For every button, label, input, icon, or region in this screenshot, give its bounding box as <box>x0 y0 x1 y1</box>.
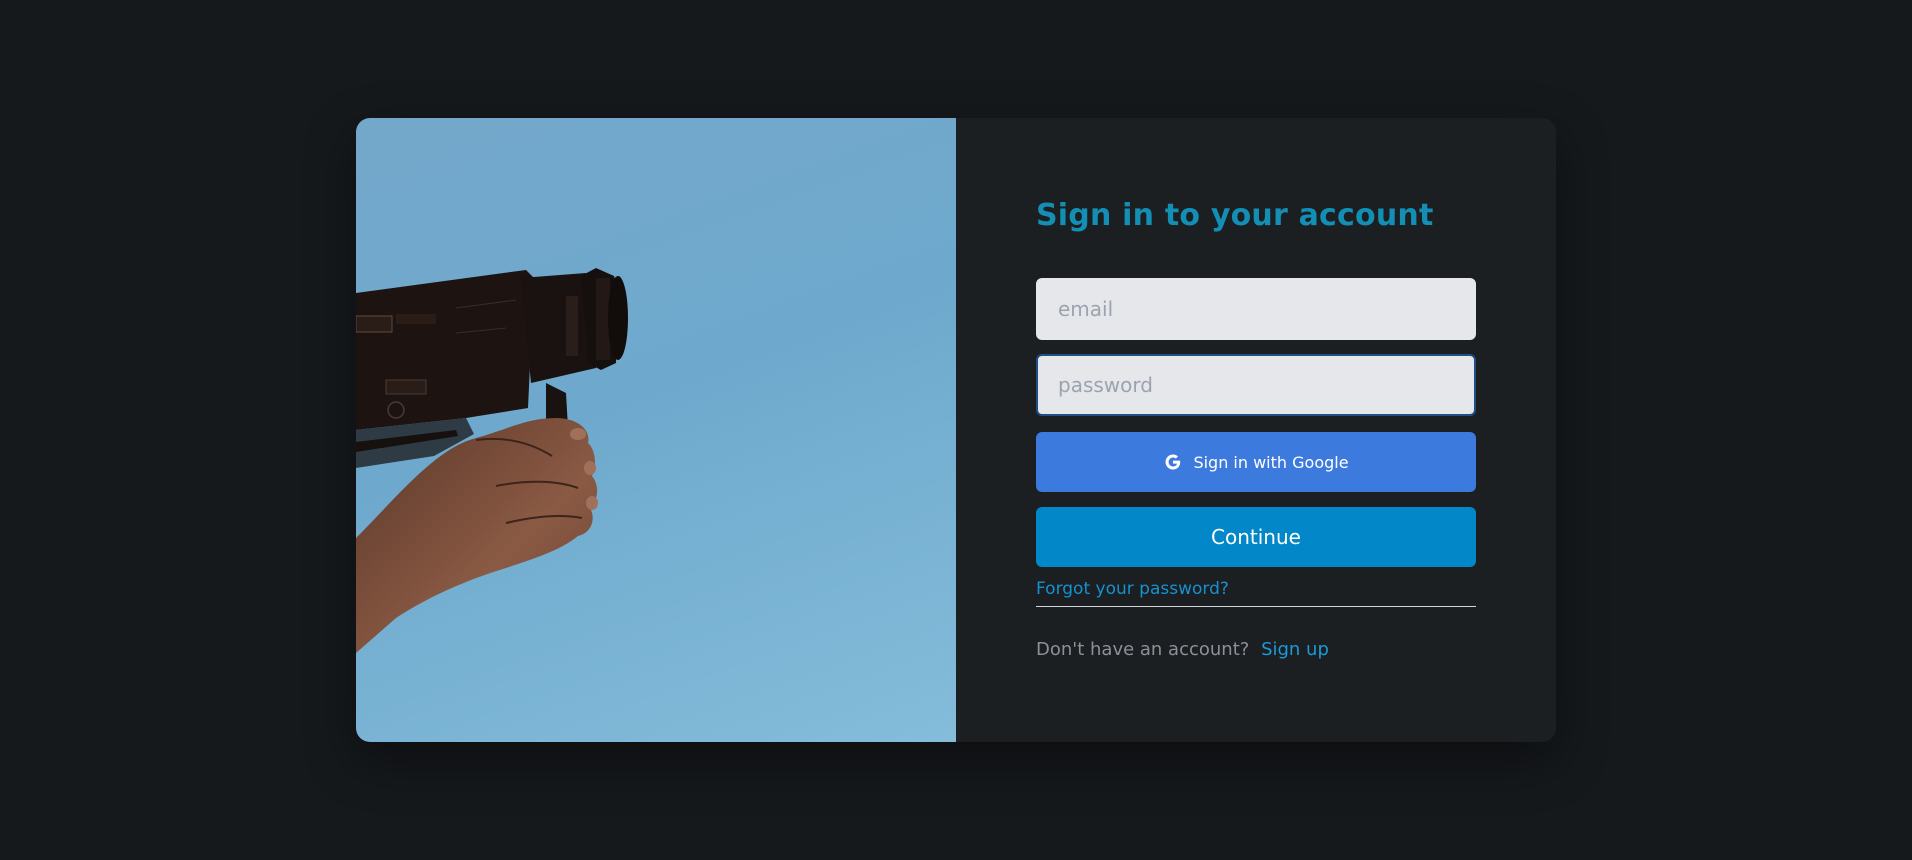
forgot-password-link[interactable]: Forgot your password? <box>1036 579 1476 607</box>
sign-up-link[interactable]: Sign up <box>1261 639 1329 660</box>
google-sign-in-button[interactable]: Sign in with Google <box>1036 432 1476 492</box>
email-input[interactable] <box>1036 278 1476 340</box>
sign-in-panel: Sign in to your account Sign in with Goo… <box>956 118 1556 742</box>
camera-hand-illustration <box>356 268 628 653</box>
login-card: Sign in to your account Sign in with Goo… <box>356 118 1556 742</box>
signup-prompt: Don't have an account? Sign up <box>1036 639 1329 660</box>
hero-image-hand-holding-camera <box>356 118 956 742</box>
no-account-text: Don't have an account? <box>1036 639 1250 660</box>
google-g-icon <box>1165 454 1181 470</box>
password-input[interactable] <box>1036 354 1476 416</box>
page-title: Sign in to your account <box>1036 198 1434 233</box>
continue-button[interactable]: Continue <box>1036 507 1476 567</box>
google-button-label: Sign in with Google <box>1193 452 1349 472</box>
